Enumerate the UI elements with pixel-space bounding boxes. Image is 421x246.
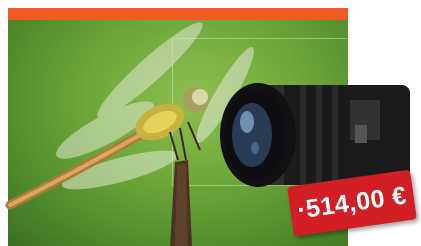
- camera-lens-icon: [220, 83, 410, 187]
- price-text: ·514,00 €: [295, 180, 409, 225]
- twig-illustration: [170, 160, 192, 246]
